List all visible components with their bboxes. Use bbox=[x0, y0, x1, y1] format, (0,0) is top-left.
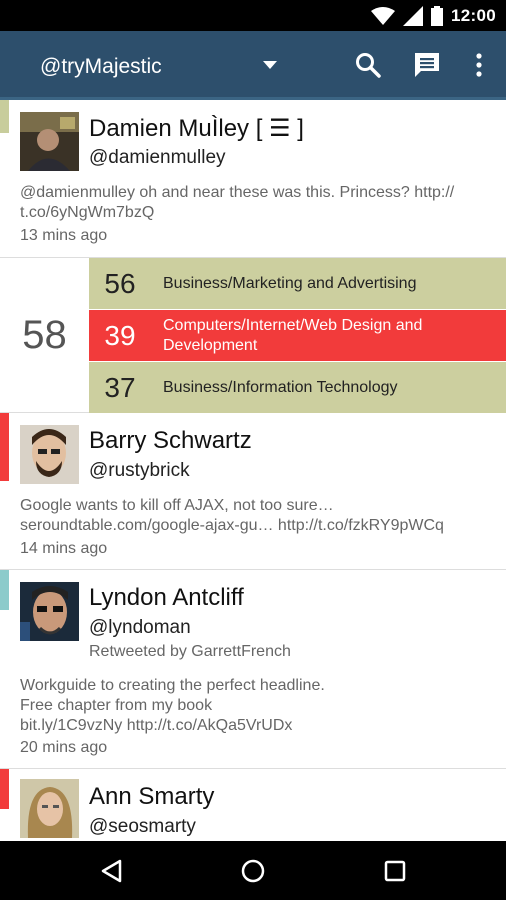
classification-row[interactable]: 39 Computers/Internet/Web Design and Dev… bbox=[89, 310, 506, 361]
avatar[interactable] bbox=[20, 582, 79, 641]
classification-score: 39 bbox=[104, 319, 136, 351]
wifi-icon bbox=[371, 7, 396, 25]
avatar[interactable] bbox=[20, 112, 79, 171]
tweet-color-bar bbox=[0, 413, 9, 481]
tweet-item[interactable]: Damien MuÌley [ ☰ ] @damienmulley @damie… bbox=[0, 100, 506, 258]
tweet-color-bar bbox=[0, 100, 9, 133]
classification-label-line: Business/Marketing and Advertising bbox=[163, 274, 417, 292]
tweet-item[interactable]: Ann Smarty @seosmarty bbox=[0, 769, 506, 841]
compose-message-icon[interactable] bbox=[413, 51, 441, 79]
app-bar: @tryMajestic bbox=[0, 31, 506, 100]
classification-label-line: Computers/Internet/Web Design and bbox=[163, 316, 423, 334]
classification-label: Computers/Internet/Web Design and Develo… bbox=[151, 316, 481, 356]
overflow-menu-icon[interactable] bbox=[465, 51, 493, 79]
tweet-feed[interactable]: Damien MuÌley [ ☰ ] @damienmulley @damie… bbox=[0, 100, 506, 841]
account-selector[interactable]: @tryMajestic bbox=[40, 55, 162, 79]
tweet-author-name[interactable]: Lyndon Antcliff bbox=[89, 584, 244, 612]
tweet-text-line: Google wants to kill off AJAX, not too s… bbox=[20, 497, 334, 514]
status-time: 12:00 bbox=[451, 6, 496, 25]
search-icon[interactable] bbox=[354, 51, 382, 79]
tweet-author-name[interactable]: Barry Schwartz bbox=[89, 427, 252, 455]
tweet-author-handle[interactable]: @seosmarty bbox=[89, 816, 196, 838]
retweeted-by-label[interactable]: Retweeted by GarrettFrench bbox=[89, 643, 291, 661]
avatar[interactable] bbox=[20, 425, 79, 484]
classification-label: Business/Marketing and Advertising bbox=[151, 274, 481, 294]
status-icons: 12:00 bbox=[371, 5, 496, 27]
tweet-text-line: Workguide to creating the perfect headli… bbox=[20, 677, 325, 694]
navigation-bar bbox=[0, 841, 506, 900]
chevron-down-icon[interactable] bbox=[263, 61, 277, 69]
back-icon[interactable] bbox=[95, 855, 127, 887]
battery-icon bbox=[431, 6, 444, 26]
status-bar: 12:00 bbox=[0, 0, 506, 31]
tweet-author-handle[interactable]: @rustybrick bbox=[89, 460, 190, 482]
tweet-author-name[interactable]: Ann Smarty bbox=[89, 783, 214, 811]
classification-total-score: 58 bbox=[22, 313, 67, 357]
tweet-item[interactable]: Lyndon Antcliff @lyndoman Retweeted by G… bbox=[0, 570, 506, 769]
tweet-text-line: bit.ly/1C9vzNy http://t.co/AkQa5VrUDx bbox=[20, 717, 293, 734]
home-icon[interactable] bbox=[237, 855, 269, 887]
tweet-text: Google wants to kill off AJAX, not too s… bbox=[20, 496, 500, 536]
tweet-color-bar bbox=[0, 570, 9, 610]
classification-score: 37 bbox=[104, 371, 136, 403]
tweet-text: Workguide to creating the perfect headli… bbox=[20, 676, 500, 736]
tweet-timestamp: 13 mins ago bbox=[20, 227, 108, 244]
classification-row[interactable]: 37 Business/Information Technology bbox=[89, 362, 506, 413]
classification-label-line: Business/Information Technology bbox=[163, 378, 398, 396]
tweet-text-line: t.co/6yNgWm7bzQ bbox=[20, 204, 155, 221]
avatar[interactable] bbox=[20, 779, 79, 838]
recents-icon[interactable] bbox=[379, 855, 411, 887]
tweet-text: @damienmulley oh and near these was this… bbox=[20, 183, 500, 223]
tweet-text-line: seroundtable.com/google-ajax-gu… http://… bbox=[20, 517, 444, 534]
classification-label: Business/Information Technology bbox=[151, 378, 481, 398]
tweet-text-line: Free chapter from my book bbox=[20, 697, 213, 714]
signal-icon bbox=[403, 6, 424, 26]
tweet-text-line: @damienmulley oh and near these was this… bbox=[20, 184, 455, 201]
tweet-author-handle[interactable]: @lyndoman bbox=[89, 617, 191, 639]
tweet-timestamp: 14 mins ago bbox=[20, 540, 108, 557]
classification-score: 56 bbox=[104, 267, 136, 299]
tweet-item[interactable]: Barry Schwartz @rustybrick Google wants … bbox=[0, 413, 506, 570]
tweet-author-handle[interactable]: @damienmulley bbox=[89, 147, 226, 169]
tweet-timestamp: 20 mins ago bbox=[20, 739, 108, 756]
topic-classification: 58 56 Business/Marketing and Advertising… bbox=[0, 258, 506, 413]
tweet-color-bar bbox=[0, 769, 9, 809]
tweet-author-name[interactable]: Damien MuÌley [ ☰ ] bbox=[89, 114, 304, 143]
classification-row[interactable]: 56 Business/Marketing and Advertising bbox=[89, 258, 506, 309]
classification-label-line: Development bbox=[163, 336, 258, 354]
